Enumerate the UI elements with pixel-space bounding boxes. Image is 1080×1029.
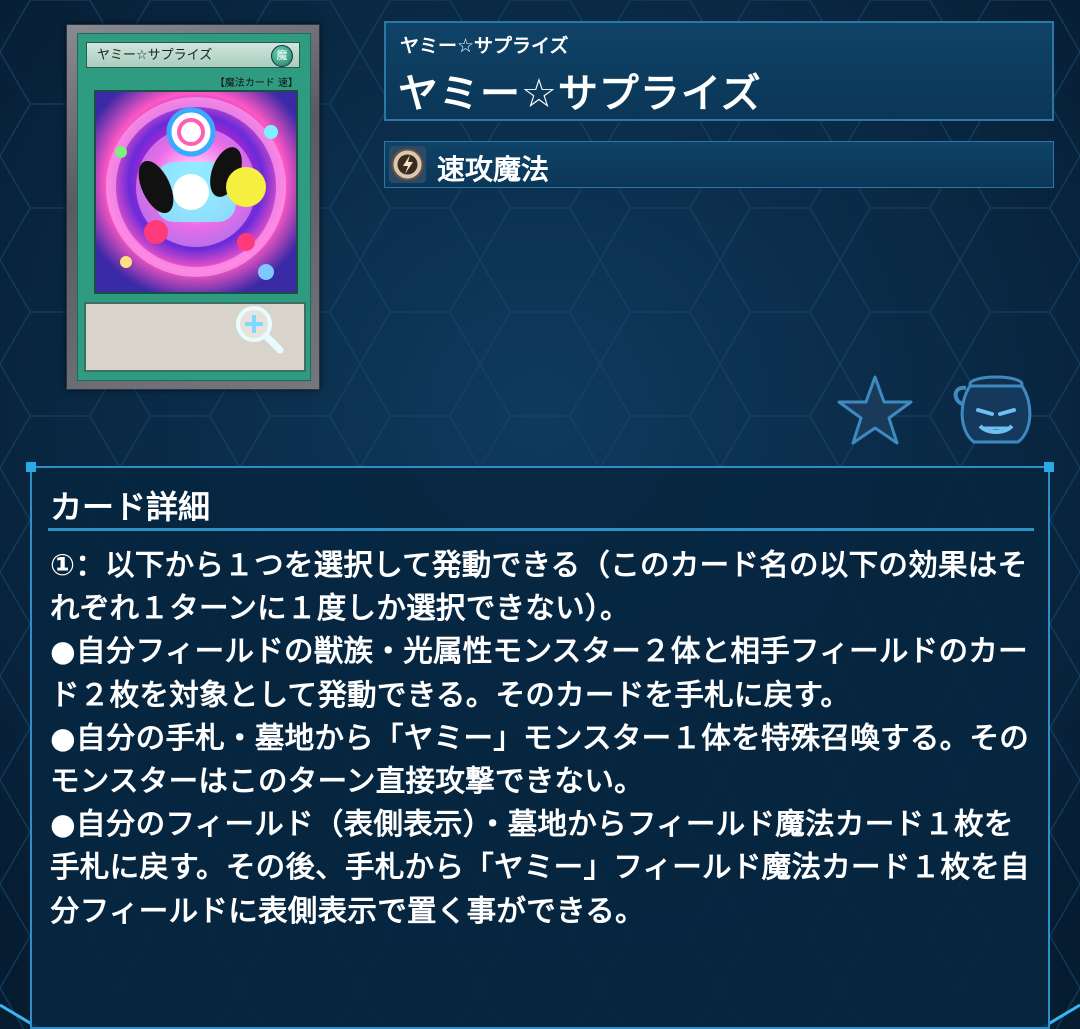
card-name-ruby: ヤミー☆サプライズ (400, 35, 569, 57)
panel-corner (1044, 462, 1054, 472)
spell-type-label: 速攻魔法 (437, 153, 550, 186)
card-effect-text: ①：以下から１つを選択して発動できる（このカード名の以下の効果はそれぞれ１ターン… (50, 548, 1030, 928)
card-image[interactable]: ヤミー☆サプライズ 魔 【魔法カード 速】 (66, 24, 320, 390)
card-artwork (94, 90, 298, 294)
pot-of-greed-icon[interactable] (952, 374, 1040, 448)
card-image-name-text: ヤミー☆サプライズ (97, 48, 213, 63)
spell-attribute-icon: 魔 (271, 45, 293, 67)
magnify-plus-icon[interactable] (233, 303, 285, 355)
card-image-name: ヤミー☆サプライズ 魔 (86, 42, 300, 68)
card-name-panel: ヤミー☆サプライズ ヤミー☆サプライズ (384, 21, 1054, 121)
star-icon[interactable] (836, 374, 914, 446)
card-image-type-line: 【魔法カード 速】 (214, 78, 298, 89)
card-detail-panel: カード詳細 ①：以下から１つを選択して発動できる（このカード名の以下の効果はそれ… (26, 462, 1054, 1029)
detail-divider (48, 528, 1034, 531)
panel-corner (26, 462, 36, 472)
card-type-panel: 速攻魔法 (384, 141, 1054, 188)
quick-play-spell-icon (389, 146, 426, 183)
card-name: ヤミー☆サプライズ (398, 71, 762, 117)
detail-title: カード詳細 (50, 488, 211, 526)
